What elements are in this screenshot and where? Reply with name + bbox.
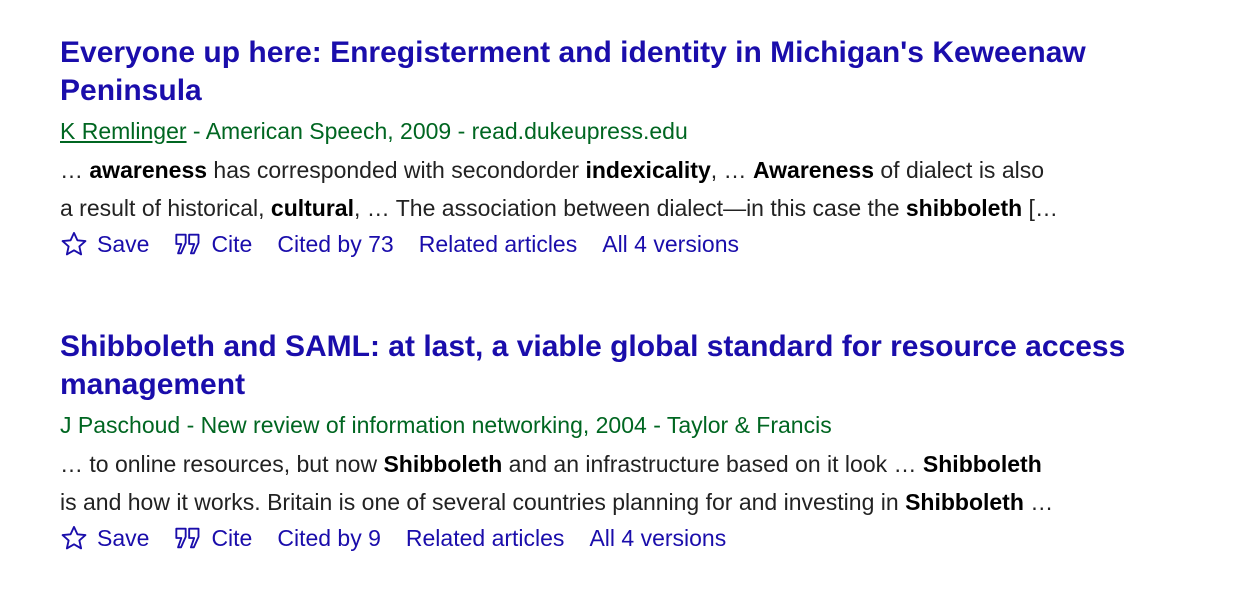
- all-versions-link[interactable]: All 4 versions: [602, 229, 739, 259]
- snippet-line: … to online resources, but now Shibbolet…: [60, 445, 1210, 483]
- cited-by-link[interactable]: Cited by 73: [277, 229, 393, 259]
- cited-by-link[interactable]: Cited by 9: [277, 523, 381, 553]
- title-text: Everyone up here: Enregisterment and ide…: [60, 36, 1086, 107]
- cite-label: Cite: [211, 525, 253, 551]
- search-result: Everyone up here: Enregisterment and ide…: [60, 34, 1210, 259]
- all-versions-link[interactable]: All 4 versions: [589, 523, 726, 553]
- result-byline: J Paschoud - New review of information n…: [60, 410, 1210, 440]
- author-link[interactable]: K Remlinger: [60, 118, 187, 144]
- snippet-text: has corresponded with secondorder: [207, 157, 586, 183]
- snippet-text: …: [60, 157, 90, 183]
- snippet-highlight: awareness: [89, 157, 208, 183]
- snippet-text: of dialect is also: [873, 157, 1045, 183]
- result-actions: Save Cite Cited by 73 Related articles A…: [60, 229, 1210, 259]
- result-snippet: … awareness has corresponded with second…: [60, 151, 1210, 227]
- author-name[interactable]: J Paschoud: [60, 412, 180, 438]
- snippet-text: …: [1023, 489, 1054, 515]
- snippet-line: a result of historical, cultural, … The …: [60, 189, 1210, 227]
- save-button[interactable]: Save: [60, 229, 149, 259]
- snippet-text: … to online resources, but now: [60, 451, 384, 477]
- snippet-text: […: [1022, 195, 1058, 221]
- title-text: and SAML: at last, a viable global stand…: [60, 330, 1126, 401]
- result-title-link[interactable]: Shibboleth and SAML: at last, a viable g…: [60, 328, 1210, 404]
- save-button[interactable]: Save: [60, 523, 149, 553]
- snippet-highlight: cultural: [270, 195, 354, 221]
- search-result: Shibboleth and SAML: at last, a viable g…: [60, 328, 1210, 553]
- snippet-text: , … The association between dialect—in t…: [354, 195, 906, 221]
- snippet-highlight: shibboleth: [905, 195, 1023, 221]
- snippet-highlight: Shibboleth: [922, 451, 1042, 477]
- snippet-text: , …: [710, 157, 753, 183]
- result-byline: K Remlinger - American Speech, 2009 - re…: [60, 116, 1210, 146]
- quote-icon: [175, 233, 200, 255]
- snippet-highlight: Shibboleth: [905, 489, 1024, 515]
- result-actions: Save Cite Cited by 9 Related articles Al…: [60, 523, 1210, 553]
- title-highlight: Shibboleth: [60, 330, 215, 363]
- star-icon: [61, 525, 87, 550]
- snippet-highlight: indexicality: [585, 157, 711, 183]
- related-articles-link[interactable]: Related articles: [406, 523, 565, 553]
- snippet-text: a result of historical,: [60, 195, 271, 221]
- save-label: Save: [97, 231, 150, 257]
- cite-label: Cite: [211, 231, 253, 257]
- star-icon: [61, 231, 87, 256]
- quote-icon: [175, 527, 200, 549]
- publication-info: - American Speech, 2009 - read.dukeupres…: [186, 118, 688, 144]
- snippet-line: … awareness has corresponded with second…: [60, 151, 1210, 189]
- snippet-text: is and how it works. Britain is one of s…: [60, 489, 906, 515]
- result-title-link[interactable]: Everyone up here: Enregisterment and ide…: [60, 34, 1210, 110]
- publication-info: - New review of information networking, …: [180, 412, 832, 438]
- snippet-highlight: Shibboleth: [383, 451, 503, 477]
- snippet-text: and an infrastructure based on it look …: [502, 451, 923, 477]
- cite-button[interactable]: Cite: [174, 523, 252, 553]
- save-label: Save: [97, 525, 150, 551]
- snippet-highlight: Awareness: [752, 157, 874, 183]
- result-snippet: … to online resources, but now Shibbolet…: [60, 445, 1210, 521]
- cite-button[interactable]: Cite: [174, 229, 252, 259]
- snippet-line: is and how it works. Britain is one of s…: [60, 483, 1210, 521]
- related-articles-link[interactable]: Related articles: [419, 229, 578, 259]
